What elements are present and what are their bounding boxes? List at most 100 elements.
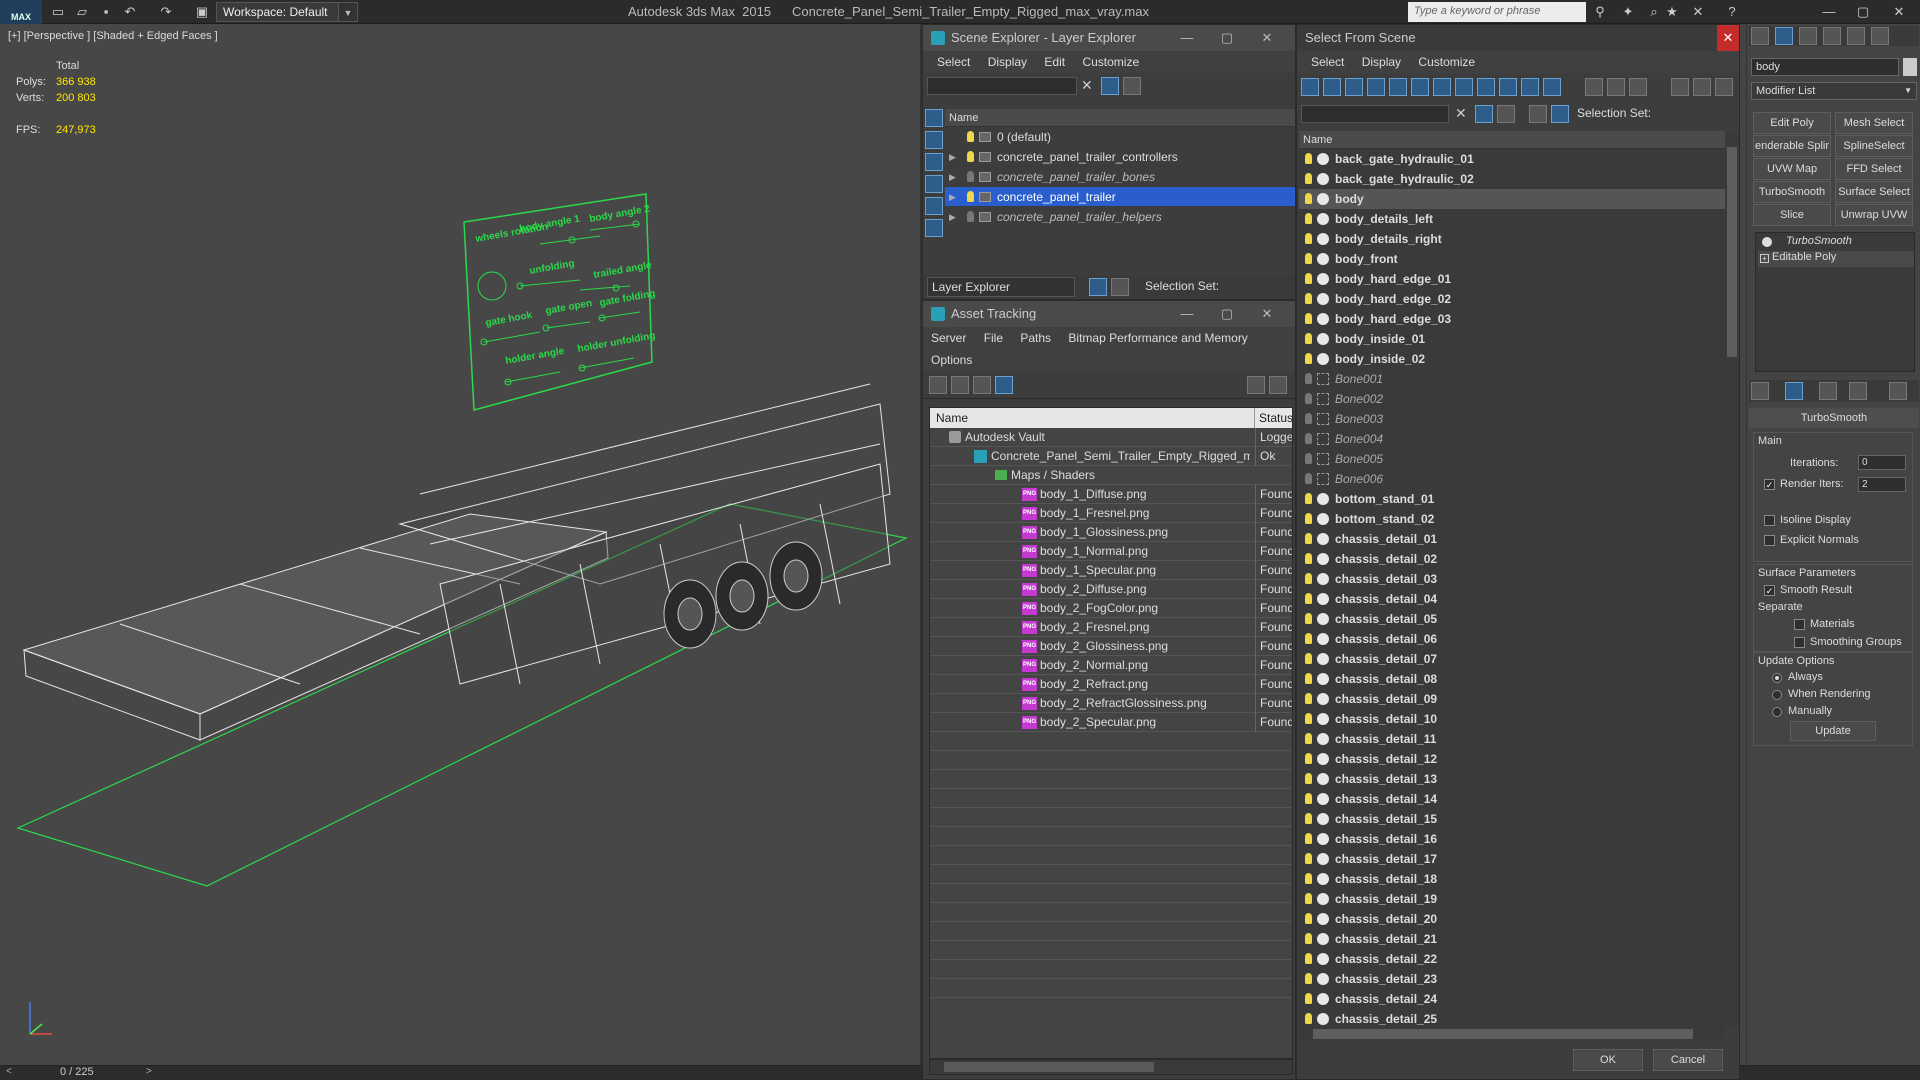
filter-geometry-icon[interactable] [1301, 78, 1319, 96]
object-row[interactable]: Bone004 [1299, 429, 1725, 449]
asset-row[interactable]: Autodesk Vault Logged [930, 428, 1292, 447]
modifier-set-button[interactable]: UVW Map [1753, 158, 1831, 180]
asset-row[interactable]: PNG body_2_Diffuse.png Found [930, 580, 1292, 599]
col-status[interactable]: Status [1254, 408, 1292, 428]
modifier-set-button[interactable]: FFD Select [1835, 158, 1913, 180]
light-bulb-icon[interactable] [1305, 993, 1312, 1004]
light-bulb-icon[interactable] [1305, 913, 1312, 924]
asset-row[interactable]: PNG body_2_FogColor.png Found [930, 599, 1292, 618]
asset-row[interactable]: PNG body_2_Specular.png Found [930, 713, 1292, 732]
light-bulb-icon[interactable] [1305, 213, 1312, 224]
minimize-icon[interactable]: — [1173, 301, 1201, 327]
trailer-model[interactable] [22, 383, 891, 741]
object-row[interactable]: bottom_stand_02 [1299, 509, 1725, 529]
hierarchy-icon[interactable] [1551, 105, 1569, 123]
stack-item-editable-poly[interactable]: + Editable Poly [1758, 251, 1914, 267]
pin-stack-icon[interactable] [1751, 382, 1769, 400]
light-bulb-icon[interactable] [1305, 833, 1312, 844]
filter-none-icon[interactable] [1607, 78, 1625, 96]
redo-icon[interactable]: ↷ [158, 4, 174, 20]
scrollbar-thumb[interactable] [944, 1062, 1154, 1072]
object-row[interactable]: chassis_detail_24 [1299, 989, 1725, 1009]
object-row[interactable]: chassis_detail_22 [1299, 949, 1725, 969]
modifier-set-button[interactable]: Slice [1753, 204, 1831, 226]
close-icon[interactable]: ✕ [1690, 4, 1706, 20]
light-bulb-icon[interactable] [1305, 813, 1312, 824]
stack-item-turbosmooth[interactable]: TurboSmooth [1758, 235, 1914, 251]
layer-row[interactable]: ▶ concrete_panel_trailer_bones [945, 167, 1295, 187]
object-row[interactable]: Bone003 [1299, 409, 1725, 429]
filter-cameras-icon[interactable] [1367, 78, 1385, 96]
light-bulb-icon[interactable] [1305, 173, 1312, 184]
light-bulb-icon[interactable] [1305, 313, 1312, 324]
list-icon[interactable] [951, 376, 969, 394]
expand-arrow-icon[interactable]: ▶ [949, 147, 956, 167]
object-row[interactable]: chassis_detail_23 [1299, 969, 1725, 989]
find-input[interactable] [1301, 105, 1449, 123]
next-frame-icon[interactable]: > [146, 1066, 152, 1077]
column-name[interactable]: Name [945, 109, 1295, 127]
help-icon[interactable]: ? [1724, 4, 1740, 20]
light-bulb-icon[interactable] [1305, 873, 1312, 884]
horizontal-scrollbar[interactable] [929, 1059, 1293, 1075]
tools-icon[interactable]: ✦ [1620, 4, 1636, 20]
asset-row[interactable]: Maps / Shaders [930, 466, 1292, 485]
manually-radio[interactable] [1772, 707, 1782, 717]
light-bulb-icon[interactable] [967, 211, 974, 222]
ok-button[interactable]: OK [1573, 1049, 1643, 1071]
light-bulb-icon[interactable] [1305, 153, 1312, 164]
filter-shapes-icon[interactable] [1323, 78, 1341, 96]
filter-frozen-icon[interactable] [1521, 78, 1539, 96]
menu-edit[interactable]: Edit [1044, 55, 1065, 69]
display-geometry-icon[interactable] [925, 131, 943, 149]
search-input[interactable]: Type a keyword or phrase [1408, 2, 1586, 22]
menu-options[interactable]: Options [931, 353, 972, 367]
expand-arrow-icon[interactable]: ▶ [949, 167, 956, 187]
configure-sets-icon[interactable] [1889, 382, 1907, 400]
object-row[interactable]: body_hard_edge_01 [1299, 269, 1725, 289]
menu-select[interactable]: Select [937, 55, 970, 69]
light-bulb-icon[interactable] [1305, 353, 1312, 364]
light-bulb-icon[interactable] [1305, 613, 1312, 624]
frame-counter[interactable]: 0 / 225 [60, 1066, 94, 1078]
layer-row[interactable]: ▶ concrete_panel_trailer_controllers [945, 147, 1295, 167]
object-row[interactable]: chassis_detail_14 [1299, 789, 1725, 809]
light-bulb-icon[interactable] [1762, 237, 1772, 247]
explorer-type-dropdown[interactable]: Layer Explorer [927, 277, 1075, 297]
asset-row[interactable]: PNG body_1_Fresnel.png Found [930, 504, 1292, 523]
scrollbar-thumb[interactable] [1727, 147, 1737, 357]
light-bulb-icon[interactable] [1305, 633, 1312, 644]
object-row[interactable]: chassis_detail_08 [1299, 669, 1725, 689]
asset-row[interactable]: PNG body_2_Glossiness.png Found [930, 637, 1292, 656]
filter-invert-icon[interactable] [1629, 78, 1647, 96]
scene-explorer-title-bar[interactable]: Scene Explorer - Layer Explorer — ▢ ✕ [923, 25, 1295, 51]
display-lights-icon[interactable] [925, 175, 943, 193]
filter-all-icon[interactable] [1585, 78, 1603, 96]
materials-checkbox[interactable] [1794, 619, 1805, 630]
filter-icon[interactable] [1475, 105, 1493, 123]
object-row[interactable]: body_hard_edge_02 [1299, 289, 1725, 309]
app-logo[interactable]: MAX [0, 0, 42, 24]
smooth-result-checkbox[interactable]: ✓ [1764, 585, 1775, 596]
select-from-scene-title-bar[interactable]: Select From Scene ✕ [1297, 25, 1739, 51]
object-row[interactable]: chassis_detail_06 [1299, 629, 1725, 649]
when-rendering-radio[interactable] [1772, 690, 1782, 700]
object-row[interactable]: chassis_detail_01 [1299, 529, 1725, 549]
menu-select[interactable]: Select [1311, 55, 1344, 69]
light-bulb-icon[interactable] [1305, 273, 1312, 284]
open-file-icon[interactable]: ▱ [74, 4, 90, 20]
motion-tab-icon[interactable] [1823, 27, 1841, 45]
object-row[interactable]: body_inside_02 [1299, 349, 1725, 369]
collapse-icon[interactable] [1715, 78, 1733, 96]
modifier-set-button[interactable]: Edit Poly [1753, 112, 1831, 134]
light-bulb-icon[interactable] [1305, 193, 1312, 204]
light-bulb-icon[interactable] [1305, 933, 1312, 944]
binoculars-icon[interactable]: ⚲ [1592, 4, 1608, 20]
filter-hidden-icon[interactable] [1543, 78, 1561, 96]
light-bulb-icon[interactable] [1305, 853, 1312, 864]
sync-icon[interactable] [1123, 77, 1141, 95]
light-bulb-icon[interactable] [967, 151, 974, 162]
expand-arrow-icon[interactable]: ▶ [949, 207, 956, 227]
menu-customize[interactable]: Customize [1418, 55, 1475, 69]
hierarchy-icon[interactable] [1111, 278, 1129, 296]
